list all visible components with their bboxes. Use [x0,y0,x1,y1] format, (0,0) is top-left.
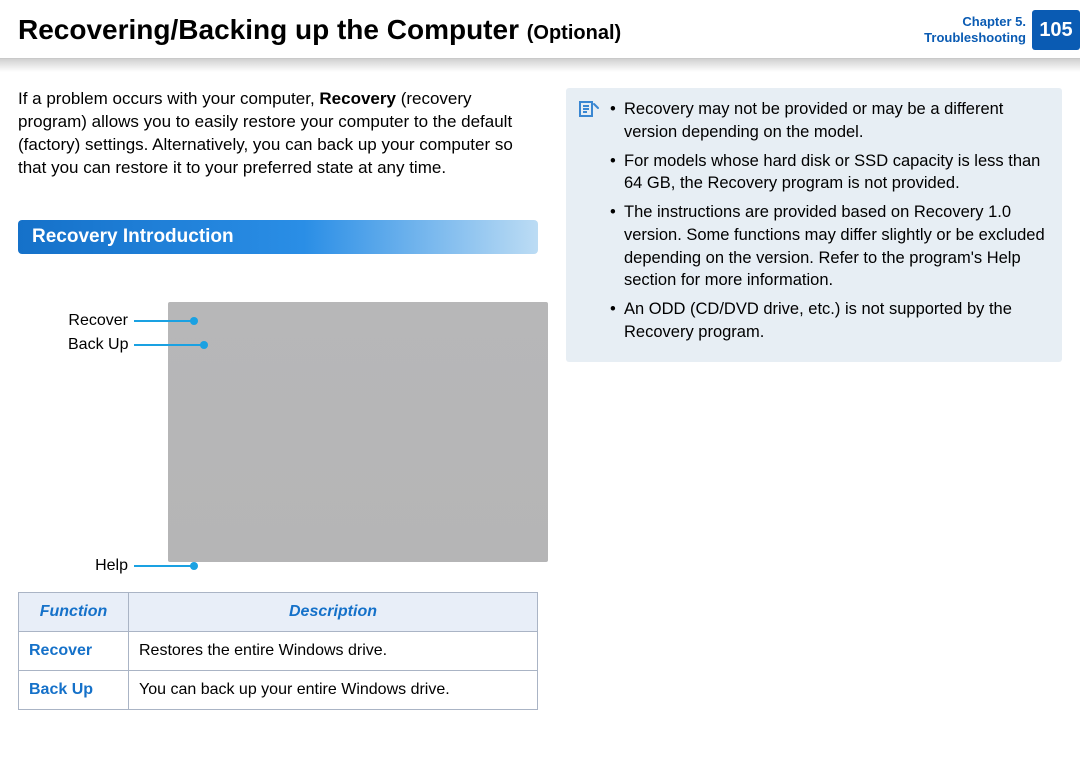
right-column: Recovery may not be provided or may be a… [566,88,1062,710]
cell-function: Recover [19,631,129,670]
cell-function: Back Up [19,670,129,709]
note-list: Recovery may not be provided or may be a… [610,98,1048,344]
function-table: Function Description Recover Restores th… [18,592,538,710]
page-number-badge: 105 [1032,10,1080,50]
callout-line-icon [134,344,204,346]
title-main: Recovering/Backing up the Computer [18,14,519,45]
section-header-recovery-intro: Recovery Introduction [18,220,538,254]
note-box: Recovery may not be provided or may be a… [566,88,1062,362]
callout-recover: Recover [68,312,194,330]
chapter-line1: Chapter 5. [924,14,1026,30]
intro-text-bold: Recovery [319,89,396,108]
note-item: The instructions are provided based on R… [610,201,1048,292]
note-item: For models whose hard disk or SSD capaci… [610,150,1048,196]
chapter-label: Chapter 5. Troubleshooting [924,14,1032,47]
content-columns: If a problem occurs with your computer, … [0,72,1080,710]
title-suffix: (Optional) [527,22,621,44]
callout-help: Help [88,557,194,575]
th-description: Description [129,592,538,631]
table-row: Recover Restores the entire Windows driv… [19,631,538,670]
header-divider [0,58,1080,72]
table-row: Back Up You can back up your entire Wind… [19,670,538,709]
callout-recover-label: Recover [68,312,128,330]
callout-backup: Back Up [68,336,204,354]
note-icon [576,98,600,122]
callout-help-label: Help [88,557,128,575]
page-header: Recovering/Backing up the Computer (Opti… [0,0,1080,52]
recovery-diagram: Recover Back Up Help [18,282,538,582]
callout-line-icon [134,565,194,567]
note-item: Recovery may not be provided or may be a… [610,98,1048,144]
cell-description: Restores the entire Windows drive. [129,631,538,670]
table-header-row: Function Description [19,592,538,631]
intro-text-a: If a problem occurs with your computer, [18,89,319,108]
cell-description: You can back up your entire Windows driv… [129,670,538,709]
note-item: An ODD (CD/DVD drive, etc.) is not suppo… [610,298,1048,344]
chapter-line2: Troubleshooting [924,30,1026,46]
callout-line-icon [134,320,194,322]
intro-paragraph: If a problem occurs with your computer, … [18,88,538,180]
header-right: Chapter 5. Troubleshooting 105 [924,10,1080,50]
screenshot-placeholder [168,302,548,562]
left-column: If a problem occurs with your computer, … [18,88,538,710]
callout-backup-label: Back Up [68,336,128,354]
page-title: Recovering/Backing up the Computer (Opti… [18,14,621,46]
th-function: Function [19,592,129,631]
